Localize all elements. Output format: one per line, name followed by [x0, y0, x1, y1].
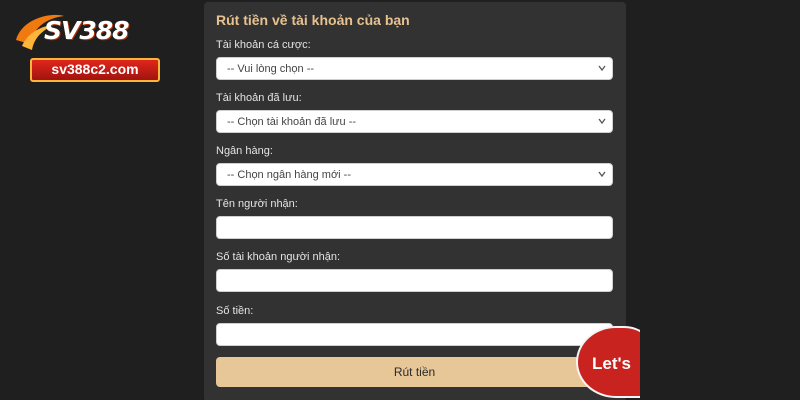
recipient-account-label: Số tài khoản người nhận:	[216, 251, 341, 263]
amount-input[interactable]	[216, 323, 613, 346]
withdraw-submit-button[interactable]: Rút tiền	[216, 357, 613, 387]
chevron-down-icon	[598, 118, 606, 125]
chevron-down-icon	[598, 65, 606, 72]
chat-label: Let's	[592, 354, 631, 373]
logo-domain-banner: sv388c2.com	[30, 58, 160, 82]
betting-account-select[interactable]: -- Vui lòng chọn --	[216, 57, 613, 80]
bank-label: Ngân hàng:	[216, 145, 273, 157]
saved-account-value: -- Chọn tài khoản đã lưu --	[227, 116, 357, 128]
recipient-account-input[interactable]	[216, 269, 613, 292]
recipient-name-label: Tên người nhận:	[216, 198, 298, 210]
withdraw-form-panel: Rút tiền về tài khoản của bạn Tài khoản …	[204, 2, 626, 400]
recipient-name-input[interactable]	[216, 216, 613, 239]
betting-account-label: Tài khoản cá cược:	[216, 39, 311, 51]
logo-brand-text: SV388	[44, 16, 130, 45]
saved-account-label: Tài khoản đã lưu:	[216, 92, 302, 104]
amount-label: Số tiền:	[216, 305, 254, 317]
saved-account-select[interactable]: -- Chọn tài khoản đã lưu --	[216, 110, 613, 133]
chevron-down-icon	[598, 171, 606, 178]
brand-logo[interactable]: SV388 sv388c2.com	[12, 10, 160, 82]
form-title: Rút tiền về tài khoản của bạn	[216, 12, 410, 28]
page-background-right	[640, 0, 800, 400]
bank-value: -- Chọn ngân hàng mới --	[227, 169, 351, 181]
bank-select[interactable]: -- Chọn ngân hàng mới --	[216, 163, 613, 186]
betting-account-value: -- Vui lòng chọn --	[227, 63, 315, 75]
